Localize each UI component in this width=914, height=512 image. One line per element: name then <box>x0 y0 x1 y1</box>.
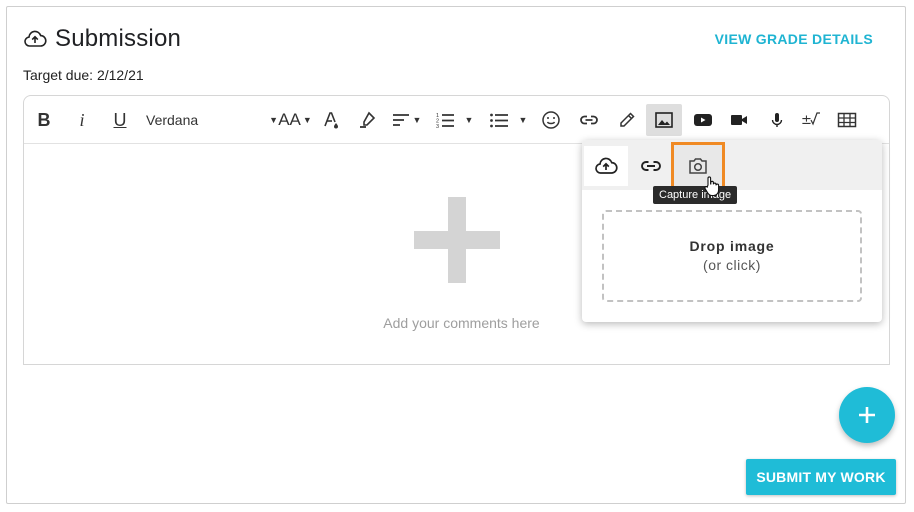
link-icon <box>641 161 661 171</box>
font-size-button[interactable]: AA ▼ <box>278 104 312 136</box>
image-button[interactable] <box>646 104 682 136</box>
tooltip-capture-image: Capture image <box>653 186 738 204</box>
cloud-upload-icon <box>595 157 618 174</box>
add-content-icon[interactable] <box>414 197 500 283</box>
pencil-icon <box>620 112 635 127</box>
dropzone-title: Drop image <box>689 238 775 254</box>
chevron-down-icon: ▼ <box>464 115 474 125</box>
align-left-icon <box>392 114 409 126</box>
hand-pointer-icon <box>704 176 720 197</box>
page-title: Submission <box>55 25 182 52</box>
submission-card: Submission Target due: 2/12/21 VIEW GRAD… <box>6 6 906 504</box>
text-color-icon <box>324 112 338 129</box>
emoji-button[interactable] <box>538 104 564 136</box>
microphone-icon <box>771 113 783 127</box>
italic-button[interactable]: i <box>70 104 94 136</box>
insert-image-popup: Capture image Drop image (or click) <box>582 140 882 322</box>
align-button[interactable]: ▼ <box>388 104 424 136</box>
svg-text:3: 3 <box>436 124 439 130</box>
font-size-label: AA <box>278 110 301 129</box>
record-video-button[interactable] <box>726 104 752 136</box>
chevron-down-icon: ▼ <box>302 115 312 125</box>
math-icon: ± <box>801 112 820 128</box>
emoji-icon <box>542 111 560 129</box>
highlight-button[interactable] <box>354 104 380 136</box>
editor-toolbar: B i U Verdana ▼ AA ▼ ▼ 1 2 3 ▼ ▼ ± <box>24 96 889 144</box>
bold-button[interactable]: B <box>32 104 56 136</box>
font-family-select[interactable]: Verdana ▼ <box>144 104 280 136</box>
video-button[interactable] <box>690 104 716 136</box>
draw-button[interactable] <box>614 104 640 136</box>
image-dropzone[interactable]: Drop image (or click) <box>602 210 862 302</box>
font-family-value: Verdana <box>146 112 199 128</box>
cloud-upload-icon <box>24 30 47 47</box>
bulleted-list-icon <box>489 113 508 128</box>
tab-link[interactable] <box>629 146 673 186</box>
text-color-button[interactable] <box>318 104 344 136</box>
image-source-tabs <box>582 140 882 190</box>
video-camera-icon <box>731 115 747 125</box>
math-button[interactable]: ± <box>798 104 824 136</box>
youtube-icon <box>694 114 712 126</box>
bulleted-list-button[interactable]: ▼ <box>484 104 532 136</box>
chevron-down-icon: ▼ <box>518 115 528 125</box>
numbered-list-icon: 1 2 3 <box>436 113 454 130</box>
chevron-down-icon: ▼ <box>412 115 422 125</box>
svg-text:±: ± <box>801 113 812 128</box>
table-icon <box>837 112 857 128</box>
tab-upload[interactable] <box>584 146 628 186</box>
underline-button[interactable]: U <box>108 104 132 136</box>
record-audio-button[interactable] <box>764 104 790 136</box>
view-grade-details-link[interactable]: VIEW GRADE DETAILS <box>715 31 873 47</box>
highlighter-icon <box>360 111 376 128</box>
plus-icon <box>859 407 875 423</box>
link-icon <box>580 115 598 125</box>
dropzone-subtitle: (or click) <box>703 257 761 273</box>
numbered-list-button[interactable]: 1 2 3 ▼ <box>430 104 478 136</box>
link-button[interactable] <box>576 104 602 136</box>
add-fab-button[interactable] <box>839 387 895 443</box>
table-button[interactable] <box>834 104 860 136</box>
submit-my-work-button[interactable]: SUBMIT MY WORK <box>746 459 896 495</box>
image-icon <box>655 112 673 128</box>
due-date: Target due: 2/12/21 <box>23 67 144 83</box>
title-row: Submission <box>23 25 181 53</box>
chevron-down-icon: ▼ <box>269 115 278 125</box>
